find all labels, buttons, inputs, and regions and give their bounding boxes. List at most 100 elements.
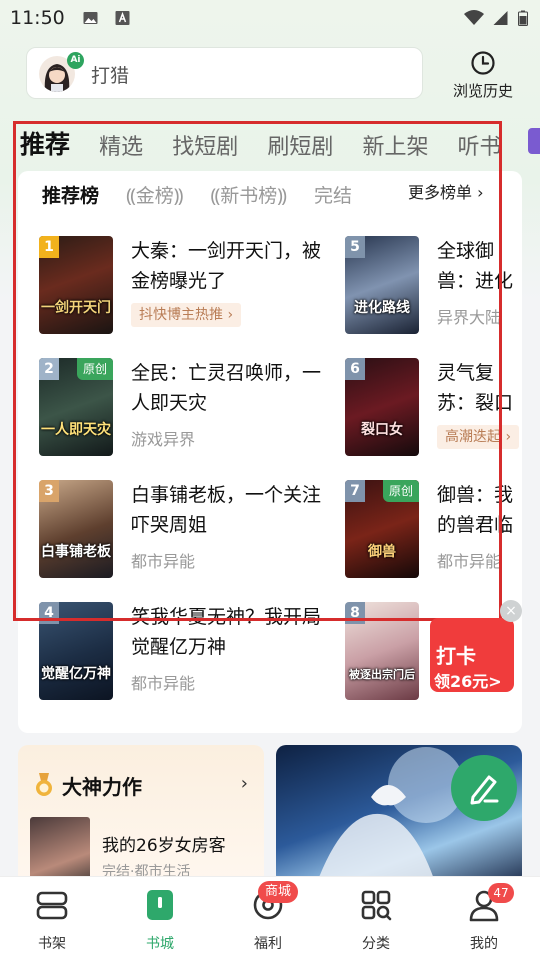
more-rank-link[interactable]: 更多榜单 ›: [404, 181, 484, 211]
status-time: 11:50: [10, 7, 65, 29]
book-cover[interactable]: 2 原创 一人即天灾: [39, 358, 113, 456]
cover-title: 一人即天灾: [41, 422, 111, 438]
book-item[interactable]: 1 一剑开天门 大秦：一剑开天门，被金榜曝光了 抖快博主热推 ›: [39, 236, 369, 336]
tab-overflow-badge[interactable]: [528, 128, 540, 154]
checkin-card[interactable]: 打卡 领26元>: [430, 618, 514, 692]
book-cover[interactable]: 8 被逐出宗门后: [345, 602, 419, 700]
book-title[interactable]: 灵气复苏：裂口女: [437, 358, 521, 418]
book-category: 异界大陆: [437, 308, 502, 327]
bookstore-icon: [147, 890, 173, 920]
more-rank-label: 更多榜单: [408, 183, 473, 202]
nav-category[interactable]: 分类: [336, 887, 416, 957]
book-category: 都市异能: [131, 552, 196, 571]
bookshelf-icon: [36, 891, 68, 920]
book-title[interactable]: 笑我华夏无神？我开局觉醒亿万神: [131, 602, 331, 662]
rank-number: 3: [39, 480, 59, 502]
rank-tab-gold-label: 金榜: [135, 185, 174, 207]
history-button[interactable]: 浏览历史: [440, 48, 526, 100]
cover-title: 被逐出宗门后: [349, 668, 415, 681]
original-badge: 原创: [382, 480, 419, 502]
nav-label: 我的: [470, 936, 498, 952]
book-item[interactable]: 6 裂口女 灵气复苏：裂口女 高潮迭起 ›: [345, 358, 540, 458]
book-title[interactable]: 大秦：一剑开天门，被金榜曝光了: [131, 236, 331, 296]
nav-profile[interactable]: 我的 47: [444, 883, 524, 957]
book-cover[interactable]: 3 白事铺老板: [39, 480, 113, 578]
rank-tab-gold[interactable]: ⸨金榜⸩: [126, 181, 183, 208]
status-bar: 11:50: [0, 0, 540, 38]
book-cover[interactable]: 7 原创 御兽: [345, 480, 419, 578]
book-tag: 抖快博主热推 ›: [131, 303, 242, 327]
rank-number: 6: [345, 358, 365, 380]
clock-icon: [471, 51, 495, 75]
book-item[interactable]: 3 白事铺老板 白事铺老板，一个关注吓哭周姐 都市异能: [39, 480, 369, 580]
rank-tab-finished[interactable]: 完结: [314, 181, 352, 208]
cover-title: 御兽: [368, 544, 396, 560]
cover-title: 觉醒亿万神: [41, 666, 111, 682]
rank-number: 7: [345, 480, 365, 502]
book-category: 游戏异界: [131, 430, 196, 449]
original-badge: 原创: [76, 358, 113, 380]
checkin-widget[interactable]: 打卡 领26元> ×: [430, 600, 522, 692]
book-title[interactable]: 全球御兽：进化路线: [437, 236, 521, 296]
image-icon: [83, 12, 98, 24]
tab-audiobook[interactable]: 听书: [458, 129, 502, 161]
nav-bookshelf[interactable]: 书架: [12, 887, 92, 957]
rank-tab-recommend[interactable]: 推荐榜: [42, 181, 99, 208]
cover-title: 进化路线: [354, 300, 410, 316]
write-button[interactable]: [451, 755, 517, 821]
book-item[interactable]: 4 觉醒亿万神 笑我华夏无神？我开局觉醒亿万神 都市异能: [39, 602, 369, 702]
wifi-icon: [464, 10, 484, 25]
book-cover[interactable]: 1 一剑开天门: [39, 236, 113, 334]
tab-new-arrivals[interactable]: 新上架: [362, 129, 428, 161]
mall-badge: 商城: [258, 881, 299, 903]
bottom-nav: 书架 书城 福利 商城 分类 我的 47: [0, 876, 540, 960]
book-category: 都市异能: [437, 552, 502, 571]
nav-label: 分类: [362, 936, 390, 952]
featured-title: 大神力作: [62, 775, 142, 799]
tab-recommend[interactable]: 推荐: [20, 125, 70, 161]
book-tag-label: 高潮迭起: [445, 429, 501, 445]
search-input[interactable]: 打猎: [91, 61, 129, 88]
featured-book-cover[interactable]: [30, 817, 90, 885]
book-title[interactable]: 全民：亡灵召唤师，一人即天灾: [131, 358, 331, 418]
tab-find-drama[interactable]: 找短剧: [172, 129, 238, 161]
pen-icon: [470, 775, 499, 805]
featured-book-title[interactable]: 我的26岁女房客: [102, 831, 226, 856]
nav-welfare[interactable]: 福利 商城: [228, 881, 308, 957]
book-tag-label: 抖快博主热推: [139, 307, 223, 323]
chevron-right-icon[interactable]: ›: [241, 773, 248, 794]
rank-number: 5: [345, 236, 365, 258]
history-label: 浏览历史: [452, 82, 513, 100]
close-icon[interactable]: ×: [500, 600, 522, 622]
cover-title: 一剑开天门: [41, 300, 111, 316]
rank-tab-new-label: 新书榜: [220, 185, 278, 207]
book-cover[interactable]: 5 进化路线: [345, 236, 419, 334]
rank-number: 4: [39, 602, 59, 624]
cover-title: 白事铺老板: [41, 544, 111, 560]
book-item[interactable]: 2 原创 一人即天灾 全民：亡灵召唤师，一人即天灾 游戏异界: [39, 358, 369, 458]
nav-label: 福利: [254, 936, 282, 952]
search-box[interactable]: Ai 打猎: [26, 47, 423, 99]
checkin-reward: 领26元>: [434, 672, 502, 691]
book-title[interactable]: 白事铺老板，一个关注吓哭周姐: [131, 480, 331, 540]
rank-number: 8: [345, 602, 365, 624]
book-title[interactable]: 御兽：我的兽君临异界: [437, 480, 521, 540]
notification-count: 47: [488, 883, 514, 903]
cover-title: 裂口女: [361, 422, 403, 438]
book-cover[interactable]: 4 觉醒亿万神: [39, 602, 113, 700]
featured-card[interactable]: 大神力作 › 我的26岁女房客 完结·都市生活: [18, 745, 264, 885]
ai-badge: Ai: [67, 52, 84, 69]
rank-number: 1: [39, 236, 59, 258]
book-cover[interactable]: 6 裂口女: [345, 358, 419, 456]
tab-watch-drama[interactable]: 刷短剧: [267, 129, 333, 161]
battery-icon: [518, 10, 528, 26]
medal-icon: [36, 773, 52, 796]
checkin-title: 打卡: [436, 644, 476, 668]
book-item[interactable]: 5 进化路线 全球御兽：进化路线 异界大陆: [345, 236, 540, 336]
tab-selected[interactable]: 精选: [99, 129, 143, 161]
book-item[interactable]: 7 原创 御兽 御兽：我的兽君临异界 都市异能: [345, 480, 540, 580]
rank-tab-new[interactable]: ⸨新书榜⸩: [211, 181, 287, 208]
nav-bookstore[interactable]: 书城: [120, 887, 200, 957]
signal-icon: [493, 11, 508, 25]
nav-label: 书城: [146, 936, 174, 952]
